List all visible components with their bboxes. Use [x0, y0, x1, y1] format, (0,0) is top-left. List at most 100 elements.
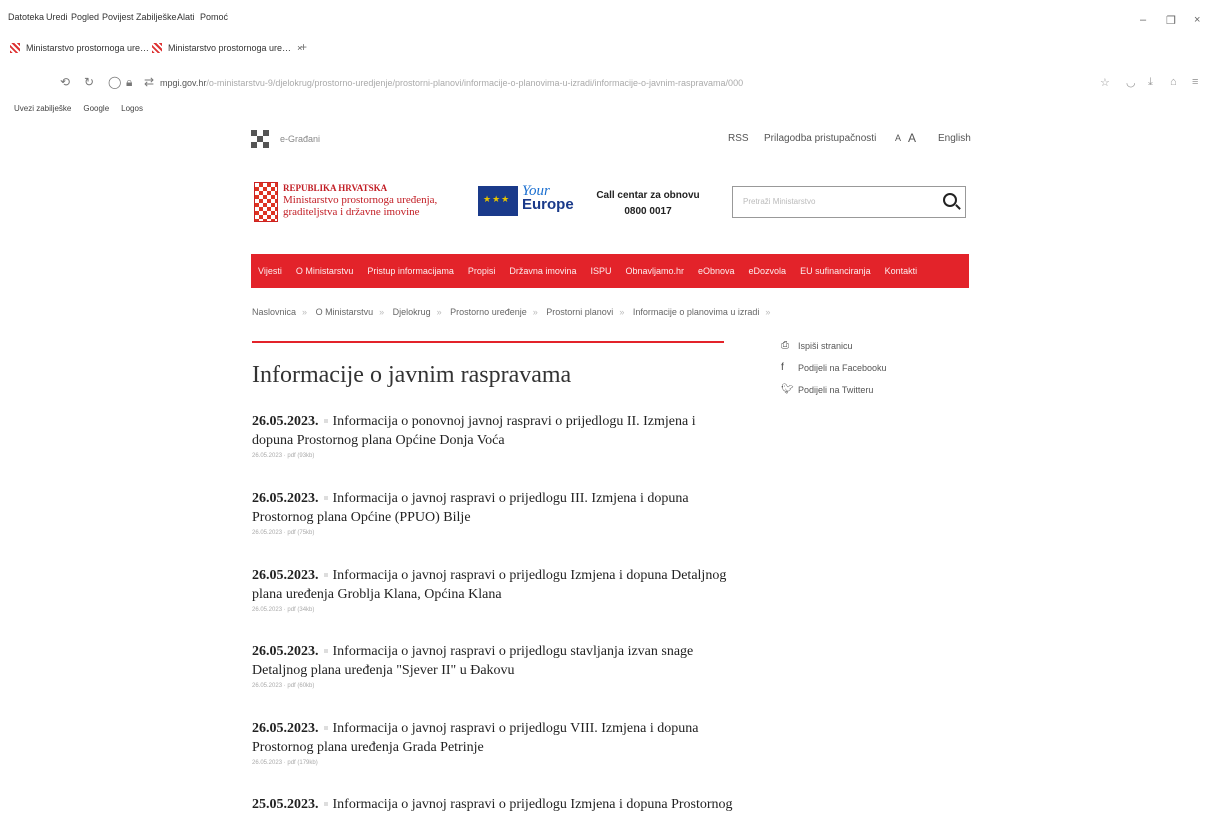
browser-tab-1[interactable]: Ministarstvo prostornoga ure… × — [10, 38, 160, 58]
share-twitter-link[interactable]: 🐦︎ Podijeli na Twitteru — [781, 384, 873, 395]
twitter-icon: 🐦︎ — [781, 384, 794, 395]
list-item[interactable]: 26.05.2023. Informacija o ponovnoj javnoj… — [252, 412, 732, 461]
url-path: /o-ministarstvu-9/djelokrug/prostorno-ur… — [206, 78, 744, 88]
ministry-logo-text[interactable]: REPUBLIKA HRVATSKA Ministarstvo prostorn… — [283, 182, 437, 218]
browser-tab-2[interactable]: Ministarstvo prostornoga ure… × — [152, 38, 302, 58]
nav-edozvola[interactable]: eDozvola — [742, 266, 794, 276]
bookmark-google[interactable]: Google — [83, 104, 109, 113]
reload-icon[interactable]: ↻ — [84, 75, 94, 89]
menu-edit[interactable]: Uredi — [46, 12, 68, 22]
breadcrumb-item[interactable]: Djelokrug — [393, 307, 431, 317]
rss-link[interactable]: RSS — [728, 133, 749, 144]
tab-title: Ministarstvo prostornoga ure… — [168, 43, 292, 53]
nav-eobnova[interactable]: eObnova — [691, 266, 742, 276]
nav-eu-sufinanciranja[interactable]: EU sufinanciranja — [793, 266, 878, 276]
your-europe-logo[interactable]: Your Europe — [522, 184, 574, 213]
item-meta[interactable]: 26.05.2023 · pdf (179kb) — [252, 758, 732, 768]
list-item[interactable]: 25.05.2023. Informacija o javnoj raspravi… — [252, 795, 733, 814]
bookmark-star-icon[interactable]: ☆ — [1100, 76, 1110, 89]
facebook-label: Podijeli na Facebooku — [798, 362, 887, 373]
printer-icon: ⎙ — [781, 340, 789, 351]
menu-help[interactable]: Pomoć — [200, 12, 228, 22]
item-meta[interactable]: 26.05.2023 · pdf (93kb) — [252, 451, 732, 461]
call-center-number: 0800 0017 — [624, 206, 672, 217]
call-center: Call centar za obnovu 0800 0017 — [596, 188, 700, 220]
item-date: 26.05.2023. — [252, 644, 319, 659]
site-favicon-icon — [152, 43, 162, 53]
font-larger-button[interactable]: A — [908, 131, 916, 145]
permissions-icon[interactable]: ⇄ — [144, 75, 154, 89]
minimize-icon[interactable]: – — [1140, 14, 1146, 26]
bookmark-logos[interactable]: Logos — [121, 104, 143, 113]
item-meta[interactable]: 26.05.2023 · pdf (60kb) — [252, 681, 732, 691]
list-item[interactable]: 26.05.2023. Informacija o javnoj raspravi… — [252, 719, 732, 768]
search-icon[interactable] — [943, 193, 957, 207]
site-favicon-icon — [10, 43, 20, 53]
font-smaller-button[interactable]: A — [895, 133, 901, 143]
nav-o-ministarstvu[interactable]: O Ministarstvu — [289, 266, 361, 276]
browser-menubar: Datoteka Uredi Pogled Povijest Zabilješk… — [0, 0, 1205, 30]
english-link[interactable]: English — [938, 133, 971, 144]
download-icon[interactable]: ⤓ — [1148, 76, 1153, 89]
print-label: Ispiši stranicu — [798, 340, 853, 351]
breadcrumb: Naslovnica» O Ministarstvu» Djelokrug» P… — [252, 307, 771, 317]
breadcrumb-item[interactable]: O Ministarstvu — [316, 307, 374, 317]
back-icon[interactable]: ⟲ — [60, 75, 70, 89]
nav-pristup-informacijama[interactable]: Pristup informacijama — [360, 266, 461, 276]
app-menu-icon[interactable]: ≡ — [1192, 76, 1198, 88]
search-placeholder: Pretraži Ministarstvo — [743, 197, 816, 206]
item-date: 25.05.2023. — [252, 797, 319, 812]
breadcrumb-item[interactable]: Naslovnica — [252, 307, 296, 317]
list-item[interactable]: 26.05.2023. Informacija o javnoj raspravi… — [252, 489, 732, 538]
list-item[interactable]: 26.05.2023. Informacija o javnoj raspravi… — [252, 642, 732, 691]
site-search-input[interactable]: Pretraži Ministarstvo — [732, 186, 966, 218]
egradjani-label[interactable]: e-Građani — [280, 134, 320, 144]
egradjani-logo[interactable] — [251, 130, 271, 150]
pocket-icon[interactable]: ◡ — [1126, 76, 1136, 89]
url-field[interactable]: mpgi.gov.hr/o-ministarstvu-9/djelokrug/p… — [160, 78, 743, 88]
twitter-label: Podijeli na Twitteru — [798, 384, 874, 395]
ministry-country: REPUBLIKA HRVATSKA — [283, 183, 388, 193]
breadcrumb-item[interactable]: Prostorno uređenje — [450, 307, 527, 317]
bookmark-import[interactable]: Uvezi zabilješke — [14, 104, 71, 113]
ministry-name-2: graditeljstva i državne imovine — [283, 206, 420, 218]
item-date: 26.05.2023. — [252, 721, 319, 736]
nav-drzavna-imovina[interactable]: Državna imovina — [502, 266, 583, 276]
close-window-icon[interactable]: × — [1194, 14, 1200, 26]
title-divider — [252, 341, 724, 343]
menu-bookmarks[interactable]: Zabilješke — [136, 12, 177, 22]
shield-icon[interactable]: ◯ — [108, 75, 121, 89]
nav-kontakti[interactable]: Kontakti — [878, 266, 925, 276]
breadcrumb-item[interactable]: Prostorni planovi — [546, 307, 613, 317]
item-date: 26.05.2023. — [252, 491, 319, 506]
url-domain: mpgi.gov.hr — [160, 78, 207, 88]
eu-flag — [478, 186, 518, 216]
address-bar-row: ⟲ ↻ ◯ 🔒︎ ⇄ mpgi.gov.hr/o-ministarstvu-9/… — [0, 70, 1205, 96]
ministry-name-1: Ministarstvo prostornoga uređenja, — [283, 194, 438, 206]
item-meta[interactable]: 26.05.2023 · pdf (34kb) — [252, 605, 732, 615]
extensions-icon[interactable]: ⌂ — [1170, 76, 1177, 88]
item-title[interactable]: Informacija o javnoj raspravi o prijedlo… — [333, 797, 733, 812]
bookmarks-bar: Uvezi zabilješke Google Logos — [14, 104, 143, 113]
tab-title: Ministarstvo prostornoga ure… — [26, 43, 150, 53]
item-date: 26.05.2023. — [252, 414, 319, 429]
nav-ispu[interactable]: ISPU — [583, 266, 618, 276]
lock-icon[interactable]: 🔒︎ — [126, 75, 132, 90]
print-page-link[interactable]: ⎙ Ispiši stranicu — [781, 340, 853, 351]
nav-propisi[interactable]: Propisi — [461, 266, 503, 276]
nav-vijesti[interactable]: Vijesti — [251, 266, 289, 276]
nav-obnavljamo[interactable]: Obnavljamo.hr — [618, 266, 691, 276]
breadcrumb-item[interactable]: Informacije o planovima u izradi — [633, 307, 760, 317]
new-tab-icon[interactable]: + — [300, 40, 307, 54]
menu-history[interactable]: Povijest — [102, 12, 134, 22]
menu-file[interactable]: Datoteka — [8, 12, 44, 22]
share-facebook-link[interactable]: f Podijeli na Facebooku — [781, 362, 887, 373]
menu-view[interactable]: Pogled — [71, 12, 99, 22]
restore-icon[interactable]: ❐ — [1166, 14, 1176, 27]
item-meta[interactable]: 26.05.2023 · pdf (75kb) — [252, 528, 732, 538]
accessibility-link[interactable]: Prilagodba pristupačnosti — [764, 133, 876, 144]
main-nav: Vijesti O Ministarstvu Pristup informaci… — [251, 254, 969, 288]
menu-tools[interactable]: Alati — [177, 12, 195, 22]
list-item[interactable]: 26.05.2023. Informacija o javnoj raspravi… — [252, 566, 732, 615]
croatia-coat-of-arms[interactable] — [254, 182, 278, 222]
